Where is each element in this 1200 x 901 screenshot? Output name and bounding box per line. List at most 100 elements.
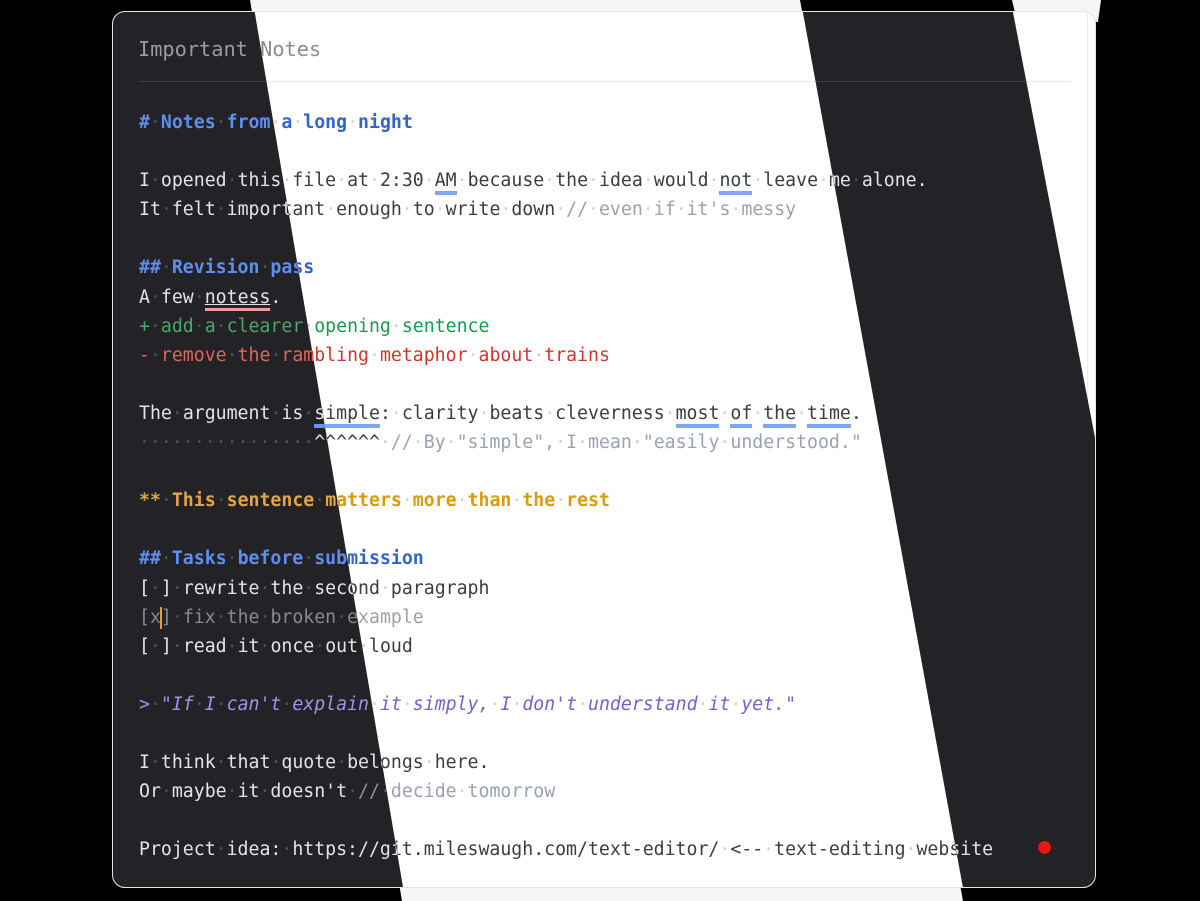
token-o: sentence	[227, 490, 315, 511]
whitespace-dots: ·	[161, 199, 172, 220]
whitespace-dots: ·	[314, 636, 325, 657]
token-t: I	[139, 752, 150, 773]
whitespace-dots: ·	[588, 199, 599, 220]
token-t: [	[139, 578, 150, 599]
token-h: long	[303, 112, 347, 133]
token-u: AM	[435, 170, 457, 195]
whitespace-dots: ·	[259, 257, 270, 278]
whitespace-dots: ·	[555, 199, 566, 220]
token-t: enough	[336, 199, 402, 220]
whitespace-dots: ·	[424, 752, 435, 773]
token-t: because	[468, 170, 545, 191]
whitespace-dots: ·	[468, 345, 479, 366]
token-t: at	[347, 170, 369, 191]
whitespace-dots: ·	[380, 432, 391, 453]
token-t: A	[139, 287, 150, 308]
token-t: to	[413, 199, 435, 220]
whitespace-dots: ·	[161, 257, 172, 278]
token-o: **	[139, 490, 161, 511]
whitespace-dots: ·	[150, 694, 161, 715]
token-t: ]	[161, 578, 172, 599]
token-p: I	[205, 694, 216, 715]
whitespace-dots: ·	[457, 170, 468, 191]
whitespace-dots: ·	[292, 112, 303, 133]
token-g: a	[205, 316, 216, 337]
token-t: The	[139, 403, 172, 424]
whitespace-dots: ·	[172, 636, 183, 657]
token-t: idea:	[227, 839, 282, 860]
whitespace-dots: ·	[435, 199, 446, 220]
whitespace-dots: ·	[259, 636, 270, 657]
token-t: text-editing	[774, 839, 905, 860]
whitespace-dots: ·	[194, 287, 205, 308]
token-h: Notes	[161, 112, 216, 133]
whitespace-dots: ·	[270, 345, 281, 366]
whitespace-dots: ·	[577, 694, 588, 715]
token-g: sentence	[402, 316, 490, 337]
token-c: tomorrow	[468, 781, 556, 802]
token-g: add	[161, 316, 194, 337]
token-t: is	[281, 403, 303, 424]
whitespace-dots: ·	[709, 170, 720, 191]
token-c: even	[599, 199, 643, 220]
whitespace-dots: ·	[391, 403, 402, 424]
token-t: the	[270, 578, 303, 599]
whitespace-dots: ·	[643, 170, 654, 191]
token-r: trains	[544, 345, 610, 366]
whitespace-dots: ·	[150, 112, 161, 133]
token-t: beats	[489, 403, 544, 424]
token-o: than	[468, 490, 512, 511]
token-c: //	[391, 432, 413, 453]
token-t: write	[446, 199, 501, 220]
whitespace-dots: ·	[161, 548, 172, 569]
whitespace-dots: ·	[150, 636, 161, 657]
whitespace-dots: ·	[227, 345, 238, 366]
token-r: -	[139, 345, 150, 366]
whitespace-dots: ·	[402, 490, 413, 511]
token-p: it	[380, 694, 402, 715]
token-g: opening	[314, 316, 391, 337]
token-d: example	[347, 607, 424, 628]
token-t: ]	[161, 636, 172, 657]
whitespace-dots: ·	[150, 345, 161, 366]
whitespace-dots: ·	[281, 694, 292, 715]
token-r: the	[238, 345, 271, 366]
whitespace-dots: ·	[818, 170, 829, 191]
token-h: ##	[139, 548, 161, 569]
whitespace-dots: ·	[303, 403, 314, 424]
whitespace-dots: ·	[533, 345, 544, 366]
token-h: ##	[139, 257, 161, 278]
token-t: doesn't	[270, 781, 347, 802]
token-t: 2:30	[380, 170, 424, 191]
whitespace-dots: ·	[446, 432, 457, 453]
page: Important Notes#·Notes·from·a·long·night…	[0, 0, 1200, 901]
token-u: time	[807, 403, 851, 428]
token-c: //	[358, 781, 380, 802]
token-p: I	[500, 694, 511, 715]
whitespace-dots: ·	[150, 752, 161, 773]
token-o: more	[413, 490, 457, 511]
whitespace-dots: ·	[172, 403, 183, 424]
token-t: once	[270, 636, 314, 657]
token-t: paragraph	[391, 578, 490, 599]
whitespace-dots: ·	[369, 345, 380, 366]
token-h: Tasks	[172, 548, 227, 569]
token-r: metaphor	[380, 345, 468, 366]
whitespace-dots: ·	[194, 316, 205, 337]
whitespace-dots: ·	[325, 199, 336, 220]
whitespace-dots: ·	[796, 403, 807, 424]
token-t: felt	[172, 199, 216, 220]
whitespace-dots: ·	[216, 694, 227, 715]
token-t: this	[238, 170, 282, 191]
whitespace-dots: ·	[259, 781, 270, 802]
whitespace-dots: ·	[150, 170, 161, 191]
token-g: clearer	[227, 316, 304, 337]
whitespace-dots: ·	[347, 781, 358, 802]
whitespace-dots: ·	[216, 839, 227, 860]
token-t: loud	[369, 636, 413, 657]
token-t: It	[139, 199, 161, 220]
whitespace-dots: ·	[588, 170, 599, 191]
token-t: the	[555, 170, 588, 191]
whitespace-dots: ·	[500, 199, 511, 220]
whitespace-dots: ················	[139, 432, 314, 453]
